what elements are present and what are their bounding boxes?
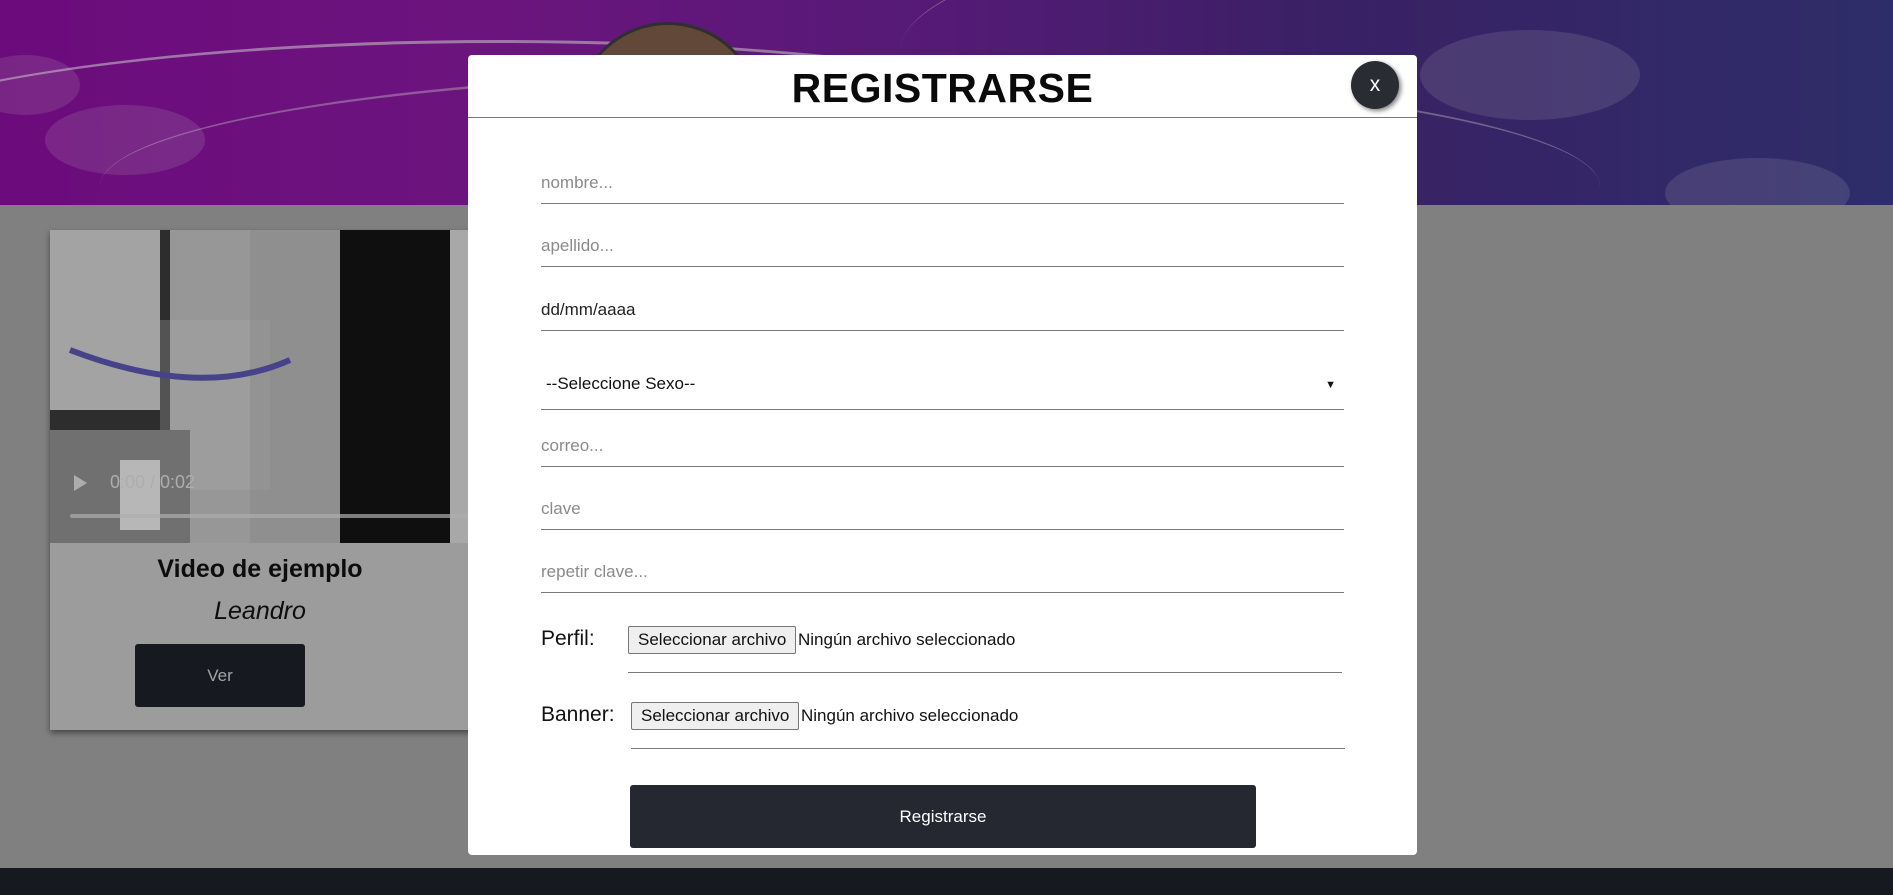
modal-title: REGISTRARSE (791, 65, 1094, 111)
perfil-file-button[interactable]: Seleccionar archivo (628, 626, 797, 654)
modal-header: REGISTRARSE x (468, 55, 1417, 118)
sexo-select[interactable]: --Seleccione Sexo-- ▼ (541, 357, 1344, 410)
repetir-clave-input[interactable] (541, 552, 1344, 593)
perfil-file-status: Ningún archivo seleccionado (798, 630, 1016, 649)
perfil-file-input[interactable]: Seleccionar archivo Ningún archivo selec… (628, 626, 1342, 673)
correo-input[interactable] (541, 426, 1344, 467)
apellido-input[interactable] (541, 226, 1344, 267)
register-modal: REGISTRARSE x dd/mm/aaaa --Seleccione Se… (468, 55, 1417, 855)
register-submit-button[interactable]: Registrarse (630, 785, 1256, 848)
perfil-label: Perfil: (541, 627, 595, 650)
banner-label: Banner: (541, 703, 615, 726)
clave-input[interactable] (541, 489, 1344, 530)
banner-file-input[interactable]: Seleccionar archivo Ningún archivo selec… (631, 702, 1345, 749)
birthdate-input[interactable]: dd/mm/aaaa (541, 290, 1344, 331)
banner-file-status: Ningún archivo seleccionado (801, 706, 1019, 725)
banner-file-button[interactable]: Seleccionar archivo (631, 702, 800, 730)
sexo-select-value: --Seleccione Sexo-- (546, 374, 696, 393)
close-button[interactable]: x (1351, 61, 1399, 109)
chevron-down-icon: ▼ (1325, 379, 1336, 391)
nombre-input[interactable] (541, 163, 1344, 204)
